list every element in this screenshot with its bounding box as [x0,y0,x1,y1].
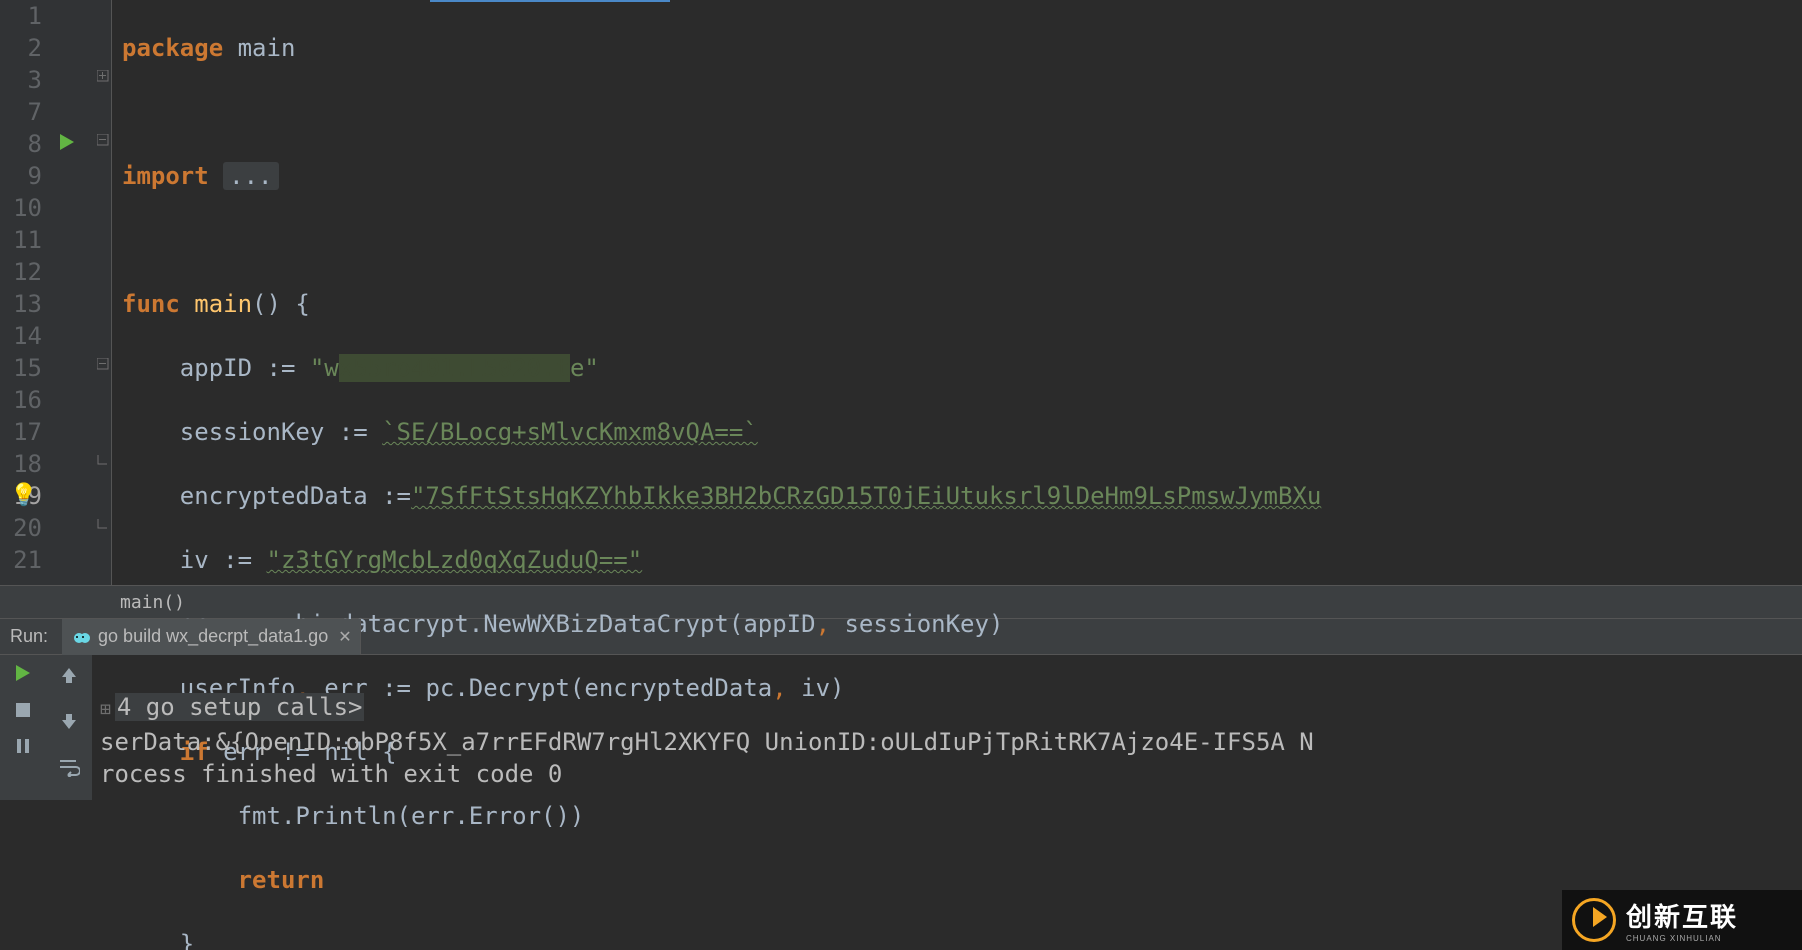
run-config-tab[interactable]: go build wx_decrpt_data1.go ✕ [62,619,361,655]
watermark-logo: 创新互联 CHUANG XINHULIAN [1562,890,1802,950]
run-config-title: go build wx_decrpt_data1.go [98,626,328,647]
soft-wrap-icon[interactable] [58,755,80,783]
close-icon[interactable]: ✕ [338,627,351,647]
fold-expand-icon[interactable] [97,70,109,82]
run-console: ⊞4 go setup calls> serData:&{OpenID:obP8… [0,655,1802,800]
go-file-icon [72,628,90,646]
fold-collapse-icon[interactable] [97,134,109,146]
gutter-actions: 💡 [50,0,96,585]
code-editor[interactable]: 1 2 3 7 8 9 10 11 12 13 14 15 16 17 18 1… [0,0,1802,585]
fold-end-icon[interactable] [97,454,109,466]
run-label: Run: [0,626,62,647]
down-arrow-icon[interactable] [59,709,79,737]
run-nav-toolbar [46,655,92,800]
console-output[interactable]: ⊞4 go setup calls> serData:&{OpenID:obP8… [92,655,1802,800]
code-area[interactable]: package main import ... func main() { ap… [112,0,1802,585]
brand-icon [1572,898,1616,942]
fold-end-icon[interactable] [97,518,109,530]
stop-icon[interactable] [14,701,32,719]
run-side-toolbar [0,655,46,800]
fold-expand-icon[interactable]: ⊞ [100,699,111,720]
brand-text: 创新互联 [1626,897,1738,934]
up-arrow-icon[interactable] [59,663,79,691]
tab-indicator [430,0,670,2]
rerun-icon[interactable] [13,663,33,683]
run-line-icon[interactable] [60,134,76,155]
gutter-fold [96,0,112,585]
breadcrumb-item[interactable]: main() [120,592,185,613]
brand-subtext: CHUANG XINHULIAN [1626,934,1738,943]
pause-icon[interactable] [14,737,32,755]
fold-collapse-icon[interactable] [97,358,109,370]
intention-bulb-icon[interactable]: 💡 [10,483,37,508]
